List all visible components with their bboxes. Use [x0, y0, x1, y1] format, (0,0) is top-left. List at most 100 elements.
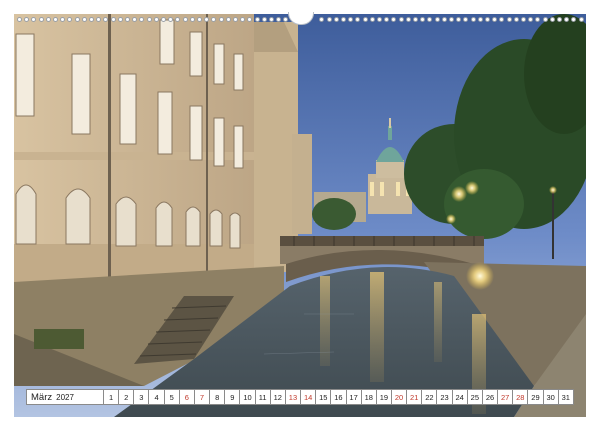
binding-hole [571, 17, 577, 22]
binding-hole [225, 17, 231, 22]
binding-hole [355, 17, 361, 22]
binding-hole [117, 17, 123, 22]
binding-hole [564, 17, 570, 22]
binding-hole [247, 17, 253, 22]
binding-hole [405, 17, 411, 22]
binding-hole [254, 17, 260, 22]
day-cell: 22 [422, 389, 438, 405]
binding-hole [463, 17, 469, 22]
binding-hole [441, 17, 447, 22]
binding-hole [420, 17, 426, 22]
binding-hole [485, 17, 490, 22]
binding-hole [377, 17, 382, 22]
binding-hole [269, 17, 274, 22]
binding-hole [578, 17, 584, 22]
day-cell: 23 [437, 389, 453, 405]
day-cell: 21 [407, 389, 423, 405]
binding-hole [60, 17, 66, 22]
binding-hole [240, 17, 246, 22]
binding-hole [132, 17, 138, 22]
day-cell: 27 [498, 389, 514, 405]
binding-hole [218, 17, 224, 22]
binding-hole [110, 17, 116, 22]
binding-hole [384, 17, 390, 22]
binding-hole [506, 17, 512, 22]
binding-hole [96, 17, 102, 22]
binding-hole [434, 17, 440, 22]
day-cell: 30 [543, 389, 559, 405]
binding-hole [168, 17, 174, 22]
day-cell: 18 [361, 389, 377, 405]
binding-hole [283, 17, 289, 22]
binding-hole [81, 17, 87, 22]
binding-hole [557, 17, 562, 22]
binding-hole [189, 17, 195, 22]
binding-hole [391, 17, 397, 22]
binding-hole [89, 17, 94, 22]
month-name: März [31, 391, 53, 403]
day-cell: 14 [301, 389, 317, 405]
binding-hole [38, 17, 44, 22]
binding-hole [535, 17, 541, 22]
binding-hole [528, 17, 534, 22]
binding-hole [513, 17, 519, 22]
binding-hole [261, 17, 267, 22]
day-cell: 15 [316, 389, 332, 405]
binding-hole [103, 17, 109, 22]
day-cell: 17 [346, 389, 362, 405]
binding-hole [333, 17, 339, 22]
day-cell: 1 [104, 389, 120, 405]
day-cell: 5 [164, 389, 180, 405]
binding-hole [449, 17, 454, 22]
binding-hole [319, 17, 325, 22]
binding-hole [521, 17, 526, 22]
binding-hole [326, 17, 332, 22]
binding-hole [341, 17, 346, 22]
photo-hanover-leine-palace-canal [14, 14, 586, 417]
day-cell: 16 [331, 389, 347, 405]
binding-hole [470, 17, 476, 22]
binding-hole [139, 17, 145, 22]
binding-hole [45, 17, 51, 22]
month-label: März 2027 [26, 389, 104, 405]
lamp-glow-bridge [466, 262, 494, 290]
binding-hole [211, 17, 217, 22]
day-cell: 25 [467, 389, 483, 405]
photo-illustration [14, 14, 586, 417]
day-cell: 8 [210, 389, 226, 405]
day-cell: 12 [270, 389, 286, 405]
binding-hole [499, 17, 505, 22]
binding-hole [153, 17, 159, 22]
day-cell: 29 [528, 389, 544, 405]
day-cell: 11 [255, 389, 271, 405]
day-cell: 26 [482, 389, 499, 405]
binding-hole [477, 17, 483, 22]
day-cell: 19 [376, 389, 392, 405]
calendar-strip: März 2027 1 2 3 4 5 6 7 8 9 10 11 12 13 14 15 16 17 18 19 2… [26, 389, 574, 405]
day-cell: 20 [391, 389, 408, 405]
binding-hole [197, 17, 202, 22]
binding-hole [398, 17, 404, 22]
binding-hole [204, 17, 210, 22]
day-cell: 28 [513, 389, 529, 405]
day-cell: 7 [194, 389, 211, 405]
binding-hole [125, 17, 130, 22]
binding-hole [182, 17, 188, 22]
binding-hole [67, 17, 73, 22]
day-cell: 9 [225, 389, 241, 405]
day-cells: 1 2 3 4 5 6 7 8 9 10 11 12 13 14 15 16 17 18 19 20 21 22 23 24 2… [104, 389, 574, 405]
binding-hole [492, 17, 498, 22]
binding-hole [427, 17, 433, 22]
binding-hole [161, 17, 166, 22]
binding-hole [175, 17, 181, 22]
day-cell: 24 [452, 389, 468, 405]
day-cell: 2 [119, 389, 135, 405]
binding-hole [53, 17, 58, 22]
calendar-hanger [288, 12, 314, 25]
year: 2027 [56, 392, 74, 402]
binding-hole [542, 17, 548, 22]
spiral-binding [14, 12, 586, 26]
binding-hole [31, 17, 37, 22]
day-cell: 4 [149, 389, 165, 405]
binding-hole [413, 17, 418, 22]
